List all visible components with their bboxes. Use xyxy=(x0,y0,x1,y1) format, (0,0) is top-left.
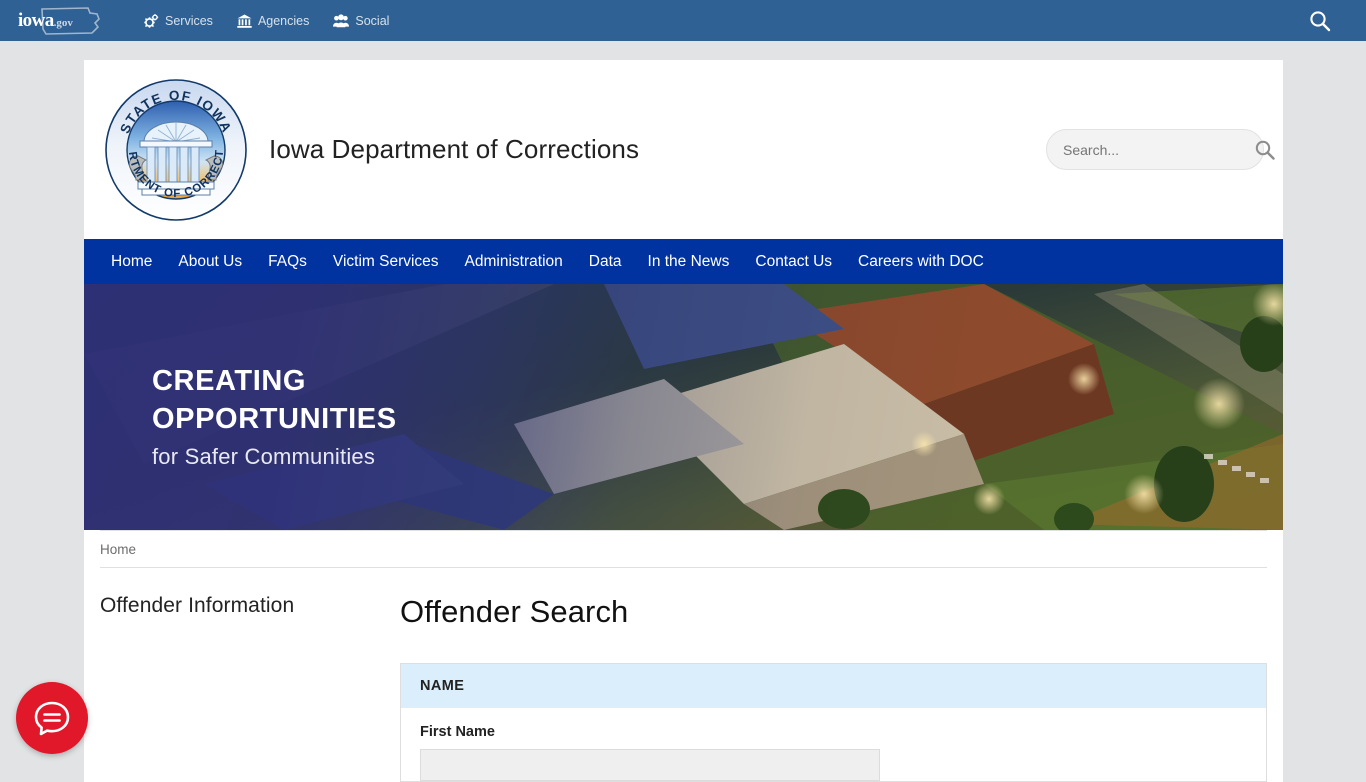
govnav-item-social[interactable]: Social xyxy=(333,14,389,28)
search-icon xyxy=(1310,11,1331,32)
sidebar: Offender Information xyxy=(100,594,400,782)
people-icon xyxy=(333,13,350,27)
main-column: Offender Search NAME First Name xyxy=(400,594,1267,782)
content-area: Home Offender Information Offender Searc… xyxy=(84,530,1283,782)
chat-bubble-button[interactable] xyxy=(16,682,88,754)
hero-banner: CREATING OPPORTUNITIES for Safer Communi… xyxy=(84,284,1283,530)
hero-line-2: OPPORTUNITIES xyxy=(152,403,397,435)
govnav-item-agencies[interactable]: Agencies xyxy=(237,14,309,28)
form-field-first-name: First Name xyxy=(401,708,1266,781)
iowa-gov-topbar: iowa.gov Services Agencies Social xyxy=(0,0,1366,41)
form-section-header-name: NAME xyxy=(401,664,1266,708)
doc-seal-logo: STATE OF IOWA DEPARTMENT OF CORRECTIONS xyxy=(104,78,247,221)
sidebar-heading-offender-information: Offender Information xyxy=(100,594,295,617)
nav-item-in-the-news[interactable]: In the News xyxy=(635,239,743,284)
main-page-title: Offender Search xyxy=(400,594,629,629)
iowa-gov-logo[interactable]: iowa.gov xyxy=(18,5,104,37)
breadcrumb: Home xyxy=(100,530,1267,568)
hero-copy: CREATING OPPORTUNITIES for Safer Communi… xyxy=(152,362,397,474)
govbar-search-button[interactable] xyxy=(1308,9,1332,33)
iowa-gov-nav: Services Agencies Social xyxy=(144,14,389,28)
nav-item-administration[interactable]: Administration xyxy=(452,239,576,284)
chat-bubble-icon xyxy=(34,701,70,736)
nav-item-contact-us[interactable]: Contact Us xyxy=(742,239,845,284)
gears-icon xyxy=(144,13,159,28)
nav-item-careers-with-doc[interactable]: Careers with DOC xyxy=(845,239,997,284)
page-title: Iowa Department of Corrections xyxy=(269,134,640,164)
body-columns: Offender Information Offender Search NAM… xyxy=(100,568,1267,782)
govnav-item-services[interactable]: Services xyxy=(144,14,213,28)
first-name-input[interactable] xyxy=(420,749,880,781)
first-name-label: First Name xyxy=(420,724,495,740)
nav-item-data[interactable]: Data xyxy=(576,239,635,284)
main-navigation: Home About Us FAQs Victim Services Admin… xyxy=(84,239,1283,284)
search-submit-button[interactable] xyxy=(1254,139,1276,161)
site-search[interactable] xyxy=(1046,129,1275,170)
site-header: STATE OF IOWA DEPARTMENT OF CORRECTIONS … xyxy=(84,60,1283,239)
govnav-label-agencies: Agencies xyxy=(257,13,310,28)
page-container: STATE OF IOWA DEPARTMENT OF CORRECTIONS … xyxy=(84,60,1283,782)
nav-item-about-us[interactable]: About Us xyxy=(165,239,255,284)
govnav-label-social: Social xyxy=(355,13,390,28)
iowa-gov-logo-suffix: .gov xyxy=(53,17,73,29)
nav-item-faqs[interactable]: FAQs xyxy=(255,239,320,284)
iowa-gov-wordmark: iowa.gov xyxy=(18,11,73,30)
bank-icon xyxy=(237,14,252,28)
magnifier-icon xyxy=(1255,140,1275,160)
govnav-label-services: Services xyxy=(165,13,213,28)
nav-item-victim-services[interactable]: Victim Services xyxy=(320,239,452,284)
iowa-gov-logo-text: iowa xyxy=(18,10,54,31)
nav-item-home[interactable]: Home xyxy=(98,239,165,284)
breadcrumb-item-home[interactable]: Home xyxy=(100,542,136,557)
offender-search-form: NAME First Name xyxy=(400,663,1267,782)
hero-line-1: CREATING xyxy=(152,365,307,397)
search-input[interactable] xyxy=(1047,141,1254,158)
hero-line-3: for Safer Communities xyxy=(152,444,376,469)
